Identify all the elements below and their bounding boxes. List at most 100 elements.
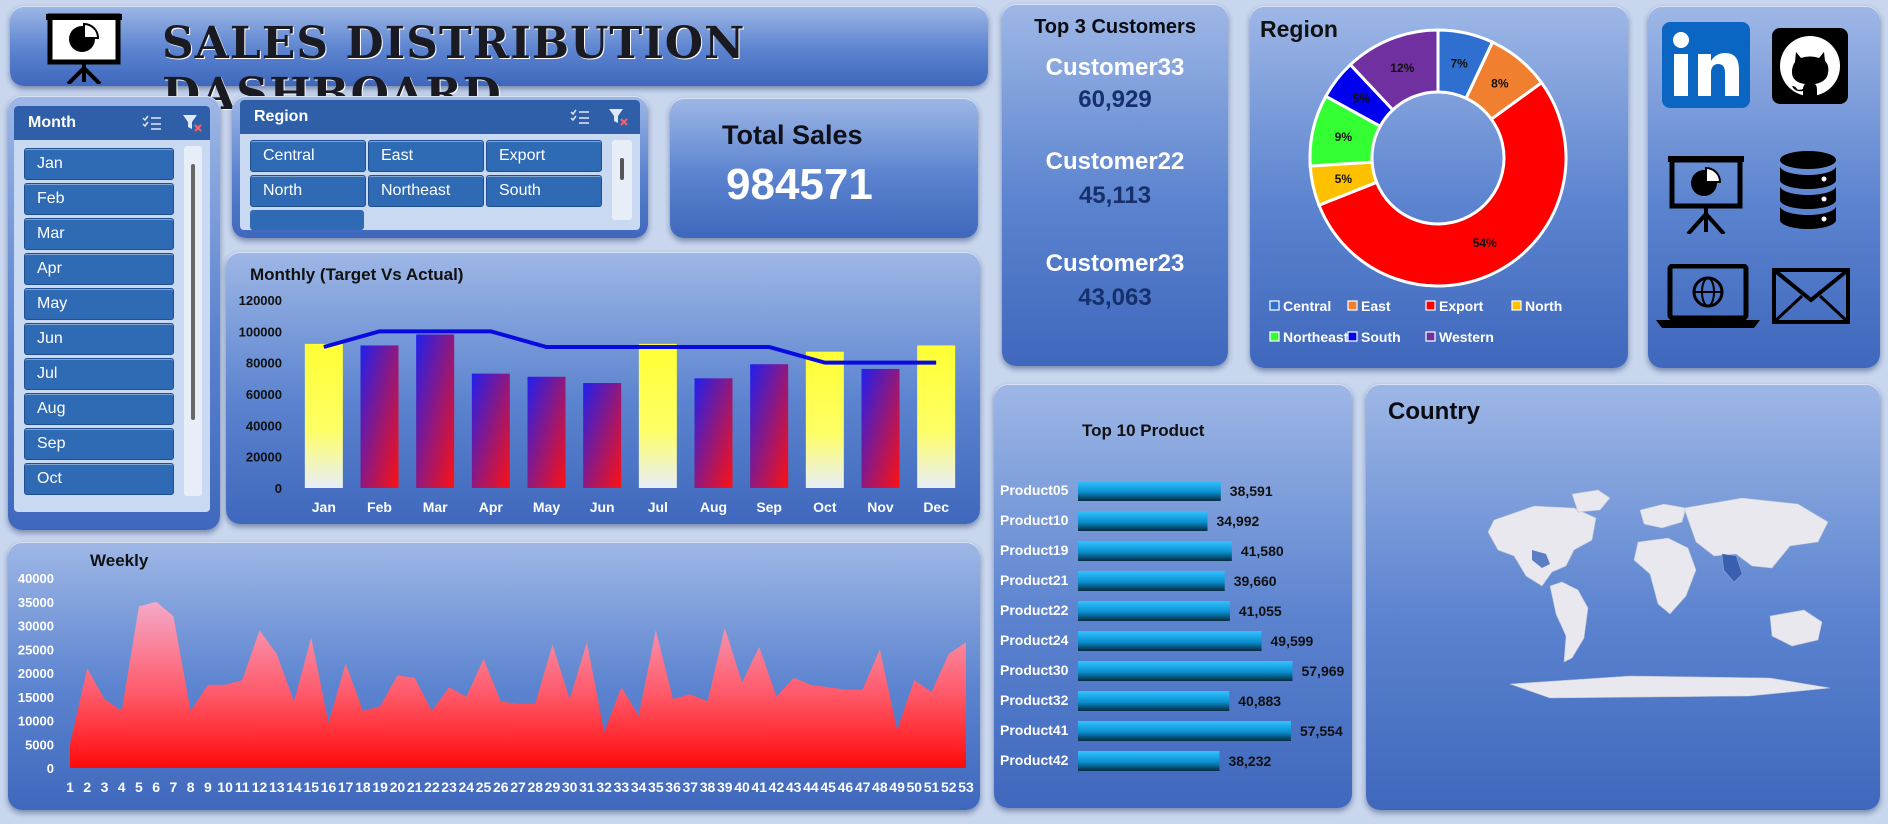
clear-filter-icon[interactable] (608, 108, 628, 126)
total-sales-value: 984571 (726, 160, 873, 209)
scrollbar-thumb[interactable] (620, 158, 624, 180)
product-label: Product42 (1000, 752, 1069, 768)
region-partial-button[interactable] (250, 210, 364, 230)
region-item-label: Export (499, 147, 546, 164)
product-label: Product32 (1000, 692, 1069, 708)
legend-label: North (1525, 298, 1562, 314)
product-bar-product41 (1078, 721, 1291, 741)
x-tick-label: Apr (479, 499, 504, 515)
x-tick-label: 24 (459, 779, 475, 795)
product-value-label: 41,580 (1241, 543, 1284, 559)
x-tick-label: 20 (390, 779, 406, 795)
month-item-aug[interactable]: Aug (24, 393, 174, 425)
laptop-globe-icon[interactable] (1656, 264, 1760, 330)
x-tick-label: 12 (252, 779, 268, 795)
x-tick-label: 15 (303, 779, 319, 795)
product-label: Product24 (1000, 632, 1069, 648)
region-item-northeast[interactable]: Northeast (368, 175, 484, 207)
x-tick-label: 52 (941, 779, 957, 795)
x-tick-label: 10 (217, 779, 233, 795)
x-tick-label: 35 (648, 779, 664, 795)
y-tick-label: 20000 (18, 666, 54, 681)
x-tick-label: 32 (596, 779, 612, 795)
monthly-bar-oct (805, 351, 844, 488)
donut-data-label: 12% (1390, 61, 1414, 75)
x-tick-label: 17 (338, 779, 354, 795)
region-item-central[interactable]: Central (250, 140, 366, 172)
x-tick-label: 45 (820, 779, 836, 795)
multi-select-icon[interactable] (570, 109, 590, 125)
x-tick-label: Nov (867, 499, 894, 515)
month-item-feb[interactable]: Feb (24, 183, 174, 215)
month-item-mar[interactable]: Mar (24, 218, 174, 250)
product-value-label: 40,883 (1238, 693, 1281, 709)
product-bar-product10 (1078, 511, 1208, 531)
x-tick-label: Oct (813, 499, 837, 515)
region-item-south[interactable]: South (486, 175, 602, 207)
region-chart-panel: Region 7% 8% 54% 5% 9% 5% 12% Central East Export N… (1250, 6, 1628, 368)
donut-data-label: 9% (1335, 130, 1353, 144)
region-item-east[interactable]: East (368, 140, 484, 172)
x-tick-label: 44 (803, 779, 819, 795)
x-tick-label: Jul (648, 499, 668, 515)
legend-label: Northeast (1283, 329, 1349, 345)
product-label: Product22 (1000, 602, 1069, 618)
title-banner: SALES DISTRIBUTION DASHBOARD (10, 6, 988, 120)
x-tick-label: 4 (118, 779, 126, 795)
x-tick-label: 31 (579, 779, 595, 795)
region-slicer-scrollbar[interactable] (612, 140, 632, 220)
month-item-may[interactable]: May (24, 288, 174, 320)
x-tick-label: 46 (838, 779, 854, 795)
x-tick-label: 27 (510, 779, 526, 795)
month-slicer-label: Month (28, 114, 76, 131)
donut-data-label: 8% (1491, 76, 1509, 90)
y-tick-label: 0 (275, 481, 282, 496)
monthly-bar-jan (304, 343, 343, 488)
month-slicer-scrollbar[interactable] (184, 146, 202, 496)
region-chart-title: Region (1260, 16, 1338, 42)
github-icon[interactable] (1772, 28, 1848, 104)
clear-filter-icon[interactable] (182, 114, 202, 132)
region-item-label: Northeast (381, 182, 451, 199)
month-item-sep[interactable]: Sep (24, 428, 174, 460)
month-item-label: Jun (37, 330, 63, 347)
x-tick-label: 40 (734, 779, 750, 795)
x-tick-label: 53 (958, 779, 974, 795)
region-item-export[interactable]: Export (486, 140, 602, 172)
y-tick-label: 40000 (246, 418, 282, 433)
month-item-apr[interactable]: Apr (24, 253, 174, 285)
month-item-jul[interactable]: Jul (24, 358, 174, 390)
x-tick-label: May (533, 499, 560, 515)
scrollbar-thumb[interactable] (191, 164, 195, 420)
world-map (1487, 489, 1831, 699)
month-item-oct[interactable]: Oct (24, 463, 174, 495)
product-value-label: 49,599 (1271, 633, 1314, 649)
x-tick-label: Dec (923, 499, 949, 515)
customer-3-name: Customer23 (1045, 250, 1185, 277)
database-icon[interactable] (1778, 150, 1838, 232)
donut-data-label: 5% (1353, 92, 1371, 106)
product-value-label: 41,055 (1239, 603, 1282, 619)
linkedin-icon[interactable] (1662, 22, 1750, 108)
month-item-label: Aug (37, 400, 66, 417)
multi-select-icon[interactable] (142, 115, 162, 131)
monthly-chart-title: Monthly (Target Vs Actual) (250, 265, 463, 284)
product-bar-product21 (1078, 571, 1225, 591)
social-icons-panel (1648, 6, 1880, 368)
y-tick-label: 5000 (25, 737, 54, 752)
weekly-area-chart: Weekly 0 5000 10000 15000 20000 25000 30000 3500… (18, 551, 974, 795)
month-item-jun[interactable]: Jun (24, 323, 174, 355)
month-item-jan[interactable]: Jan (24, 148, 174, 180)
x-tick-label: 21 (407, 779, 423, 795)
mail-icon[interactable] (1772, 268, 1850, 324)
region-item-north[interactable]: North (250, 175, 366, 207)
customer-2-name: Customer22 (1045, 148, 1185, 175)
x-tick-label: Aug (700, 499, 727, 515)
y-tick-label: 60000 (246, 387, 282, 402)
product-label: Product41 (1000, 722, 1069, 738)
presentation-chart-icon[interactable] (1666, 154, 1746, 234)
legend-label: East (1361, 298, 1391, 314)
y-tick-label: 120000 (239, 293, 282, 308)
map-highlight-india[interactable] (1722, 554, 1742, 582)
x-tick-label: 19 (372, 779, 388, 795)
